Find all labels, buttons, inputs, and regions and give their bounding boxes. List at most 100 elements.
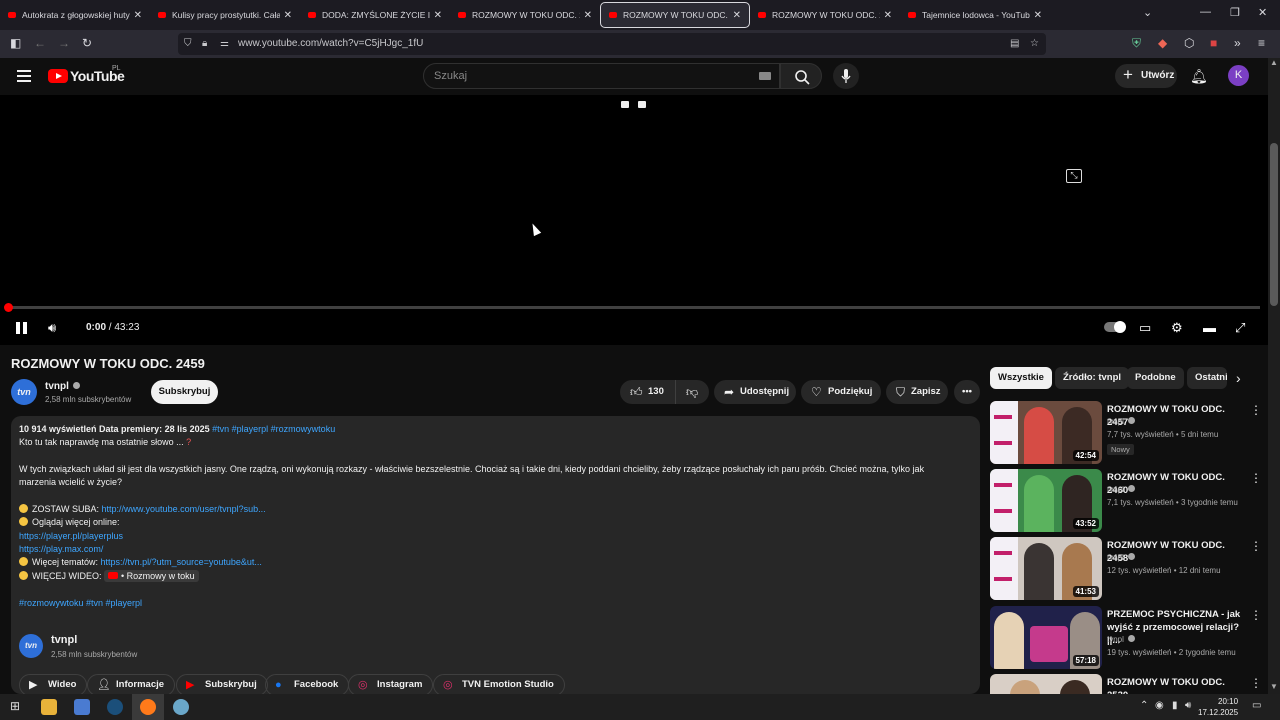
browser-tab[interactable]: Kulisy pracy prostytutki. Cała pr ✕ (150, 2, 300, 28)
notifications-icon[interactable]: ▭ (1252, 700, 1261, 711)
recommendation-item[interactable]: 42:54 ROZMOWY W TOKU ODC. 2457 tvnpl 7,7… (990, 401, 1262, 464)
close-tab-icon[interactable]: ✕ (733, 10, 741, 21)
forward-icon[interactable]: → (58, 36, 70, 50)
theater-mode-icon[interactable]: ▬ (1203, 320, 1216, 335)
dislike-button[interactable]: 👎︎ (675, 380, 709, 404)
progress-bar[interactable] (8, 306, 1260, 309)
facebook-button[interactable]: ● Facebook (265, 674, 350, 696)
permissions-icon[interactable]: ⚌ (220, 33, 229, 55)
save-button[interactable]: ⛉ Zapisz (886, 380, 948, 404)
tray-chevron-icon[interactable]: ⌃ (1140, 700, 1148, 711)
browser-tab[interactable]: ROZMOWY W TOKU ODC. 2457✕ (450, 2, 600, 28)
description-link[interactable]: https://play.max.com/ (19, 544, 103, 554)
video-thumbnail[interactable]: 43:52 (990, 469, 1102, 532)
instagram-button[interactable]: ◎ Instagram (348, 674, 434, 696)
back-icon[interactable]: ← (34, 36, 46, 50)
app-icon[interactable] (173, 699, 189, 715)
more-vertical-icon[interactable]: ⋮ (1250, 539, 1262, 553)
recommendation-item[interactable]: 41:53 ROZMOWY W TOKU ODC. 2458 tvnpl 12 … (990, 537, 1262, 600)
more-actions-button[interactable]: ••• (954, 380, 980, 404)
volume-icon[interactable]: 🔊︎ (48, 320, 56, 336)
app-icon[interactable] (74, 699, 90, 715)
fullscreen-icon[interactable]: ⤢ (1235, 320, 1245, 336)
network-icon[interactable]: ◉ (1155, 700, 1164, 711)
volume-tray-icon[interactable]: 🔊︎ (1185, 700, 1191, 711)
browser-tab-active[interactable]: ROZMOWY W TOKU ODC. 2459✕ (600, 2, 750, 28)
steam-icon[interactable] (107, 699, 123, 715)
settings-gear-icon[interactable]: ⚙ (1171, 320, 1183, 336)
autoplay-toggle[interactable] (1104, 321, 1126, 333)
description-box[interactable]: 10 914 wyświetleń Data premiery: 28 lis … (11, 416, 980, 696)
tab-list-chevron-icon[interactable]: ⌄ (1143, 6, 1152, 19)
windows-start-icon[interactable]: ⊞ (10, 699, 20, 713)
close-window-icon[interactable]: ✕ (1258, 6, 1267, 19)
url-bar[interactable]: ⛉ 🔒︎ ⚌ www.youtube.com/watch?v=C5jHJgc_1… (178, 33, 1046, 55)
extension-shield-icon[interactable]: ⛨ (1132, 36, 1141, 51)
video-thumbnail[interactable] (990, 674, 1102, 694)
page-scrollbar[interactable]: ▲ ▼ (1268, 58, 1280, 694)
recommendation-item[interactable]: ROZMOWY W TOKU ODC. 2530 ⋮ (990, 674, 1260, 694)
search-input[interactable]: Szukaj (423, 63, 780, 89)
search-button[interactable] (780, 63, 822, 89)
like-button[interactable]: 👍︎ 130 (620, 380, 675, 404)
subscribe-button[interactable]: Subskrybuj (151, 380, 218, 404)
restore-icon[interactable]: ❐ (1230, 6, 1240, 19)
channel-subscribe-button[interactable]: ▶ Subskrybuj (176, 674, 268, 696)
close-tab-icon[interactable]: ✕ (284, 10, 292, 21)
description-link[interactable]: https://player.pl/playerplus (19, 531, 123, 541)
scroll-down-icon[interactable]: ▼ (1270, 682, 1278, 691)
scrollbar-thumb[interactable] (1270, 143, 1278, 306)
chip-source[interactable]: Źródło: tvnpl (1055, 367, 1130, 389)
video-thumbnail[interactable]: 41:53 (990, 537, 1102, 600)
more-vertical-icon[interactable]: ⋮ (1250, 403, 1262, 417)
miniplayer-icon[interactable]: ⤡ (1066, 169, 1082, 183)
tvn-emotion-studio-button[interactable]: ◎ TVN Emotion Studio (433, 674, 565, 696)
file-explorer-icon[interactable] (41, 699, 57, 715)
close-tab-icon[interactable]: ✕ (884, 10, 892, 21)
recommendation-item[interactable]: 43:52 ROZMOWY W TOKU ODC. 2460 tvnpl 7,1… (990, 469, 1262, 532)
description-hashtags[interactable]: #rozmowywtoku #tvn #playerpl (19, 598, 142, 608)
sidebar-toggle-icon[interactable]: ◧ (10, 36, 21, 50)
reader-view-icon[interactable]: ▤ (1010, 33, 1019, 55)
scroll-up-icon[interactable]: ▲ (1270, 58, 1278, 67)
more-vertical-icon[interactable]: ⋮ (1250, 676, 1260, 690)
video-thumbnail[interactable]: 42:54 (990, 401, 1102, 464)
tracking-shield-icon[interactable]: ⛉ (184, 33, 192, 55)
hamburger-menu-icon[interactable] (17, 70, 31, 85)
extension-badge-icon[interactable]: ■ (1210, 36, 1217, 50)
overflow-chevron-icon[interactable]: » (1234, 36, 1241, 50)
channel-name[interactable]: tvnpl (51, 634, 77, 646)
browser-tab[interactable]: DODA: ZMYŚLONE ŻYCIE I KARI✕ (300, 2, 450, 28)
browser-tab[interactable]: Autokrata z głogowskiej huty w ✕ (0, 2, 150, 28)
voice-search-button[interactable] (833, 63, 859, 89)
close-tab-icon[interactable]: ✕ (584, 10, 592, 21)
firefox-icon[interactable] (140, 699, 156, 715)
share-button[interactable]: ➦ Udostępnij (714, 380, 796, 404)
chip-similar[interactable]: Podobne (1127, 367, 1184, 389)
video-player[interactable]: ⤡ 🔊︎ 0:00 / 43:23 ▭ ⚙ ▬ ⤢ (0, 95, 1268, 345)
system-clock[interactable]: 20:10 17.12.2025 (1198, 696, 1238, 718)
microphone-tray-icon[interactable]: ▮ (1172, 700, 1178, 711)
extension-fox-icon[interactable]: ◆ (1158, 36, 1167, 50)
progress-scrubber[interactable] (4, 303, 13, 312)
channel-info-button[interactable]: 👤︎ Informacje (87, 674, 176, 696)
avatar[interactable]: K (1228, 65, 1249, 86)
close-tab-icon[interactable]: ✕ (1034, 10, 1042, 21)
browser-tab[interactable]: ROZMOWY W TOKU ODC. 2458✕ (750, 2, 900, 28)
extensions-icon[interactable]: ⬡ (1184, 36, 1194, 50)
playlist-chip[interactable]: • Rozmowy w toku (104, 570, 199, 582)
chip-recent[interactable]: Ostatnio (1187, 367, 1227, 389)
bookmark-star-icon[interactable]: ☆ (1030, 33, 1039, 55)
create-button[interactable]: Utwórz (1115, 63, 1177, 88)
more-vertical-icon[interactable]: ⋮ (1250, 471, 1262, 485)
video-thumbnail[interactable]: 57:18 (990, 606, 1102, 669)
channel-name[interactable]: tvnpl (45, 381, 80, 392)
close-tab-icon[interactable]: ✕ (434, 10, 442, 21)
more-vertical-icon[interactable]: ⋮ (1250, 608, 1262, 622)
channel-avatar[interactable]: tvn (11, 379, 37, 405)
recommendation-item[interactable]: 57:18 PRZEMOC PSYCHICZNA - jak wyjść z p… (990, 606, 1262, 669)
channel-videos-button[interactable]: ▶ Wideo (19, 674, 88, 696)
notifications-bell-icon[interactable]: 🔔︎ (1190, 68, 1208, 85)
browser-tab[interactable]: Tajemnice lodowca - YouTube ✕ (900, 2, 1050, 28)
pause-icon[interactable] (16, 322, 27, 334)
